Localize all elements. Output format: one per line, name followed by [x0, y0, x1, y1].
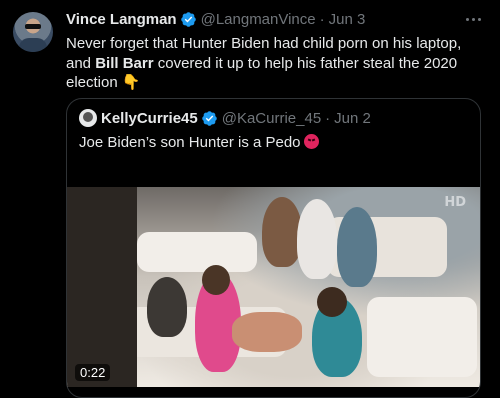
- quote-date: Jun 2: [334, 109, 371, 127]
- angry-face-icon: [303, 134, 319, 149]
- author-name[interactable]: Vince Langman: [66, 11, 177, 28]
- quote-text: Joe Biden’s son Hunter is a Pedo: [79, 134, 319, 151]
- video-duration-badge: 0:22: [75, 364, 111, 381]
- header-separator: ·: [319, 11, 325, 28]
- tweet-header: Vince Langman @LangmanVince · Jun 3: [66, 11, 365, 28]
- video-frame: [67, 187, 480, 387]
- tweet-text-bold: Bill Barr: [95, 54, 154, 72]
- tweet-text: Never forget that Hunter Biden had child…: [66, 34, 486, 93]
- quote-header: KellyCurrie45 @KaCurrie_45 · Jun 2: [79, 109, 371, 127]
- author-avatar[interactable]: [13, 12, 53, 52]
- quote-tweet-card[interactable]: KellyCurrie45 @KaCurrie_45 · Jun 2 Joe B…: [66, 98, 481, 398]
- verified-badge-icon: [180, 12, 196, 27]
- more-icon[interactable]: [463, 10, 483, 28]
- pointing-down-emoji-icon: 👇: [121, 73, 141, 92]
- video-watermark: HD: [444, 195, 466, 210]
- author-handle[interactable]: @LangmanVince: [201, 11, 316, 28]
- quote-author-avatar: [79, 109, 97, 127]
- quote-author-name: KellyCurrie45: [101, 109, 198, 127]
- quote-verified-badge-icon: [201, 110, 217, 126]
- quote-header-separator: ·: [325, 109, 331, 127]
- video-player[interactable]: HD 0:22: [67, 187, 480, 387]
- tweet-date[interactable]: Jun 3: [329, 11, 366, 28]
- quote-author-handle: @KaCurrie_45: [221, 109, 322, 127]
- quote-text-body: Joe Biden’s son Hunter is a Pedo: [79, 134, 301, 151]
